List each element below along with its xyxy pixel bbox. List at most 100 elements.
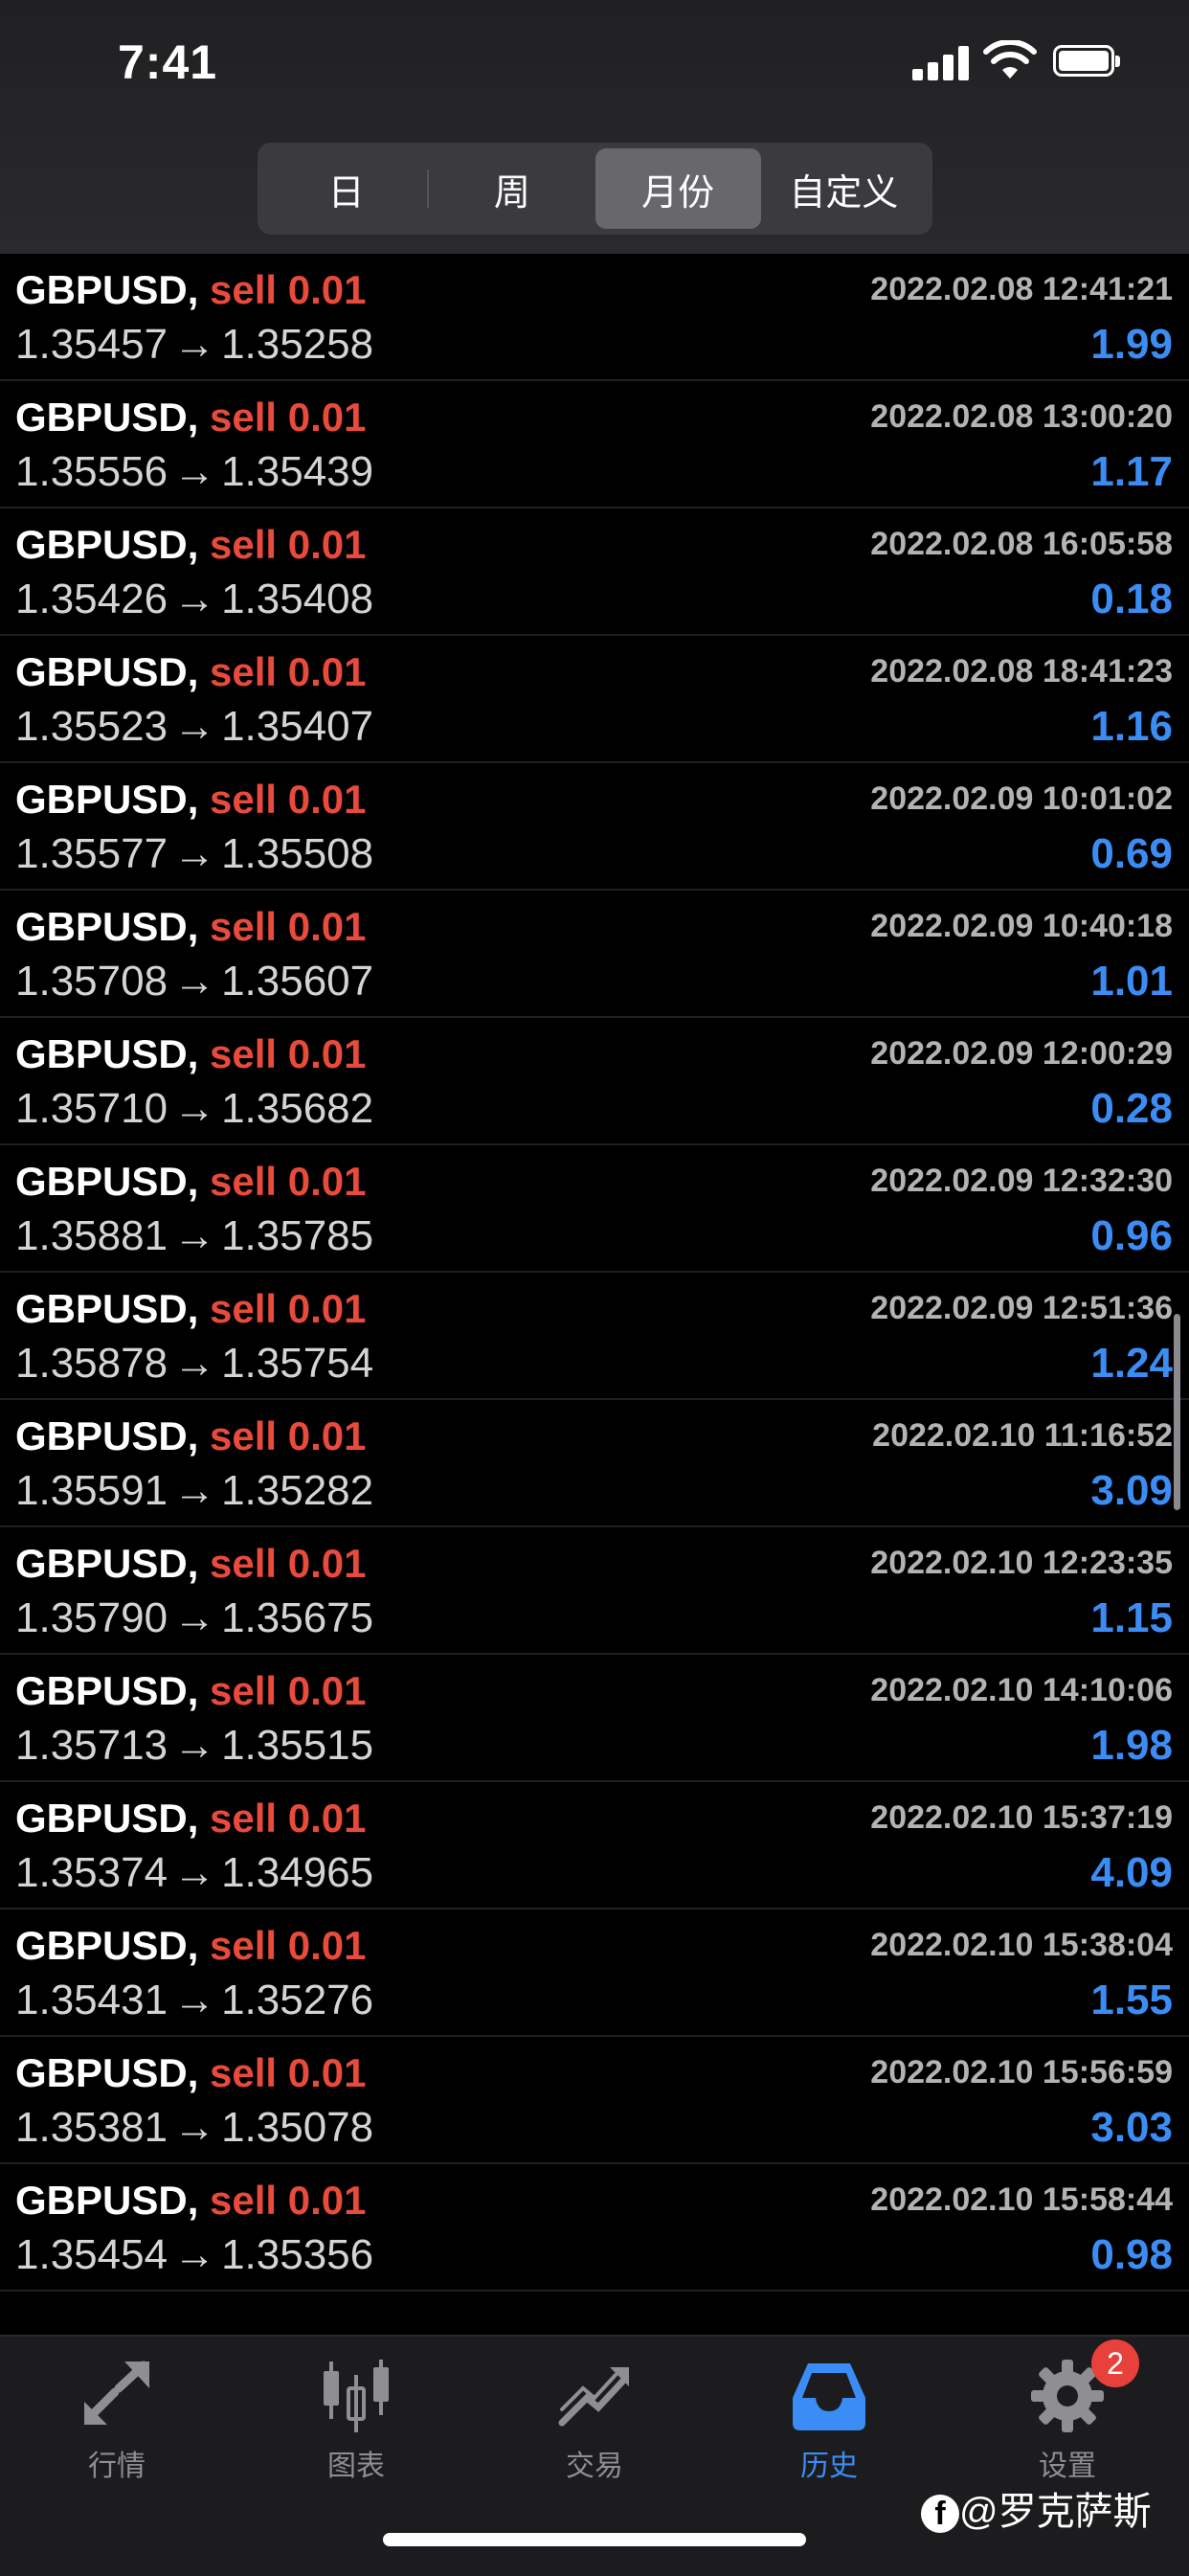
- close-price: 1.35408: [221, 576, 374, 622]
- trade-prices: 1.35591 → 1.35282: [15, 1467, 373, 1515]
- cellular-signal-icon: [912, 44, 970, 80]
- trade-symbol: GBPUSD,: [15, 1031, 199, 1076]
- trade-title: GBPUSD, sell 0.01: [15, 1541, 367, 1587]
- segment-day[interactable]: 日: [263, 148, 430, 229]
- trade-profit: 3.03: [1090, 2104, 1173, 2151]
- home-indicator[interactable]: [383, 2533, 806, 2546]
- trade-symbol: GBPUSD,: [15, 1668, 199, 1713]
- open-price: 1.35431: [15, 1977, 168, 2023]
- tab-label: 图表: [327, 2451, 385, 2482]
- open-price: 1.35708: [15, 958, 168, 1005]
- close-price: 1.35282: [221, 1467, 374, 1514]
- trade-date: 2022.02.10 15:58:44: [870, 2181, 1173, 2218]
- trade-title: GBPUSD, sell 0.01: [15, 777, 367, 823]
- trade-side: sell 0.01: [210, 1668, 367, 1713]
- trade-symbol: GBPUSD,: [15, 2178, 199, 2223]
- trade-profit: 1.01: [1090, 958, 1173, 1005]
- open-price: 1.35523: [15, 703, 168, 750]
- close-price: 1.35785: [221, 1212, 374, 1259]
- trade-date: 2022.02.10 11:16:52: [872, 1417, 1173, 1454]
- history-icon: [793, 2363, 865, 2430]
- trade-date: 2022.02.10 15:37:19: [870, 1799, 1173, 1836]
- trade-side: sell 0.01: [210, 1413, 367, 1458]
- tab-history[interactable]: 历史: [752, 2356, 906, 2484]
- trade-side: sell 0.01: [210, 1796, 367, 1841]
- trade-profit: 0.96: [1090, 1212, 1173, 1259]
- trade-prices: 1.35431 → 1.35276: [15, 1977, 373, 2024]
- arrow-right-icon: →: [173, 958, 216, 1005]
- trade-row[interactable]: GBPUSD, sell 0.01 2022.02.10 15:37:19 1.35…: [0, 1782, 1189, 1909]
- trade-row[interactable]: GBPUSD, sell 0.01 2022.02.10 14:10:06 1.35…: [0, 1655, 1189, 1782]
- tab-quotes[interactable]: 行情: [40, 2356, 193, 2484]
- trade-date: 2022.02.09 10:01:02: [870, 780, 1173, 817]
- trade-symbol: GBPUSD,: [15, 777, 199, 822]
- open-price: 1.35577: [15, 830, 168, 877]
- tab-label: 行情: [88, 2451, 146, 2482]
- trade-symbol: GBPUSD,: [15, 1796, 199, 1841]
- open-price: 1.35713: [15, 1722, 168, 1769]
- trade-prices: 1.35710 → 1.35682: [15, 1085, 373, 1133]
- tab-label: 交易: [566, 2451, 623, 2482]
- trade-profit: 1.16: [1090, 703, 1173, 750]
- trade-row[interactable]: GBPUSD, sell 0.01 2022.02.08 16:05:58 1.35…: [0, 508, 1189, 636]
- trade-prices: 1.35577 → 1.35508: [15, 830, 373, 878]
- trade-row[interactable]: GBPUSD, sell 0.01 2022.02.09 12:51:36 1.35…: [0, 1273, 1189, 1400]
- tab-label: 设置: [1039, 2451, 1096, 2482]
- trade-title: GBPUSD, sell 0.01: [15, 1668, 367, 1714]
- trade-title: GBPUSD, sell 0.01: [15, 1286, 367, 1332]
- close-price: 1.35078: [221, 2104, 374, 2151]
- close-price: 1.35258: [221, 321, 374, 368]
- trade-row[interactable]: GBPUSD, sell 0.01 2022.02.08 13:00:20 1.35…: [0, 381, 1189, 508]
- arrow-right-icon: →: [173, 1849, 216, 1896]
- arrow-right-icon: →: [173, 576, 216, 622]
- trade-side: sell 0.01: [210, 777, 367, 822]
- trade-row[interactable]: GBPUSD, sell 0.01 2022.02.08 12:41:21 1.35…: [0, 254, 1189, 381]
- segment-week[interactable]: 周: [429, 148, 594, 229]
- trade-prices: 1.35790 → 1.35675: [15, 1594, 373, 1642]
- open-price: 1.35710: [15, 1085, 168, 1132]
- open-price: 1.35878: [15, 1340, 168, 1387]
- arrow-right-icon: →: [173, 1722, 216, 1769]
- trade-row[interactable]: GBPUSD, sell 0.01 2022.02.09 12:32:30 1.35…: [0, 1145, 1189, 1273]
- arrow-right-icon: →: [173, 1340, 216, 1387]
- trade-prices: 1.35374 → 1.34965: [15, 1849, 373, 1897]
- trade-date: 2022.02.08 16:05:58: [870, 526, 1173, 562]
- status-time: 7:41: [118, 35, 218, 89]
- tab-trade[interactable]: 交易: [518, 2356, 671, 2484]
- trade-row[interactable]: GBPUSD, sell 0.01 2022.02.09 10:40:18 1.35…: [0, 891, 1189, 1018]
- open-price: 1.35790: [15, 1594, 168, 1641]
- trade-profit: 0.18: [1090, 576, 1173, 622]
- trade-row[interactable]: GBPUSD, sell 0.01 2022.02.08 18:41:23 1.35…: [0, 636, 1189, 763]
- trade-row[interactable]: GBPUSD, sell 0.01 2022.02.10 12:23:35 1.35…: [0, 1527, 1189, 1655]
- trade-side: sell 0.01: [210, 1286, 367, 1331]
- trade-row[interactable]: GBPUSD, sell 0.01 2022.02.10 15:58:44 1.35…: [0, 2164, 1189, 2292]
- trade-side: sell 0.01: [210, 904, 367, 949]
- settings-badge: 2: [1091, 2339, 1139, 2387]
- trade-side: sell 0.01: [210, 1159, 367, 1204]
- trade-date: 2022.02.09 12:00:29: [870, 1035, 1173, 1072]
- segment-month[interactable]: 月份: [594, 148, 761, 229]
- trade-date: 2022.02.08 18:41:23: [870, 653, 1173, 689]
- trade-symbol: GBPUSD,: [15, 2050, 199, 2095]
- scrollbar[interactable]: [1174, 1314, 1180, 1510]
- close-price: 1.35508: [221, 830, 374, 877]
- trade-symbol: GBPUSD,: [15, 522, 199, 567]
- arrow-right-icon: →: [173, 703, 216, 750]
- segment-custom[interactable]: 自定义: [761, 148, 927, 229]
- arrow-right-icon: →: [173, 448, 216, 495]
- close-price: 1.35675: [221, 1594, 374, 1641]
- tab-chart[interactable]: 图表: [280, 2356, 433, 2484]
- trade-title: GBPUSD, sell 0.01: [15, 1159, 367, 1205]
- trade-row[interactable]: GBPUSD, sell 0.01 2022.02.10 15:56:59 1.35…: [0, 2037, 1189, 2164]
- arrow-right-icon: →: [173, 1085, 216, 1132]
- trade-date: 2022.02.08 13:00:20: [870, 398, 1173, 435]
- header: 7:41 日 周 月份 自定义: [0, 0, 1189, 254]
- trade-row[interactable]: GBPUSD, sell 0.01 2022.02.10 15:38:04 1.35…: [0, 1909, 1189, 2037]
- trade-profit: 1.24: [1090, 1340, 1173, 1387]
- trade-row[interactable]: GBPUSD, sell 0.01 2022.02.09 10:01:02 1.35…: [0, 763, 1189, 891]
- trade-row[interactable]: GBPUSD, sell 0.01 2022.02.10 11:16:52 1.35…: [0, 1400, 1189, 1527]
- close-price: 1.35356: [221, 2231, 374, 2278]
- trade-side: sell 0.01: [210, 1923, 367, 1968]
- trade-row[interactable]: GBPUSD, sell 0.01 2022.02.09 12:00:29 1.35…: [0, 1018, 1189, 1145]
- trade-side: sell 0.01: [210, 2050, 367, 2095]
